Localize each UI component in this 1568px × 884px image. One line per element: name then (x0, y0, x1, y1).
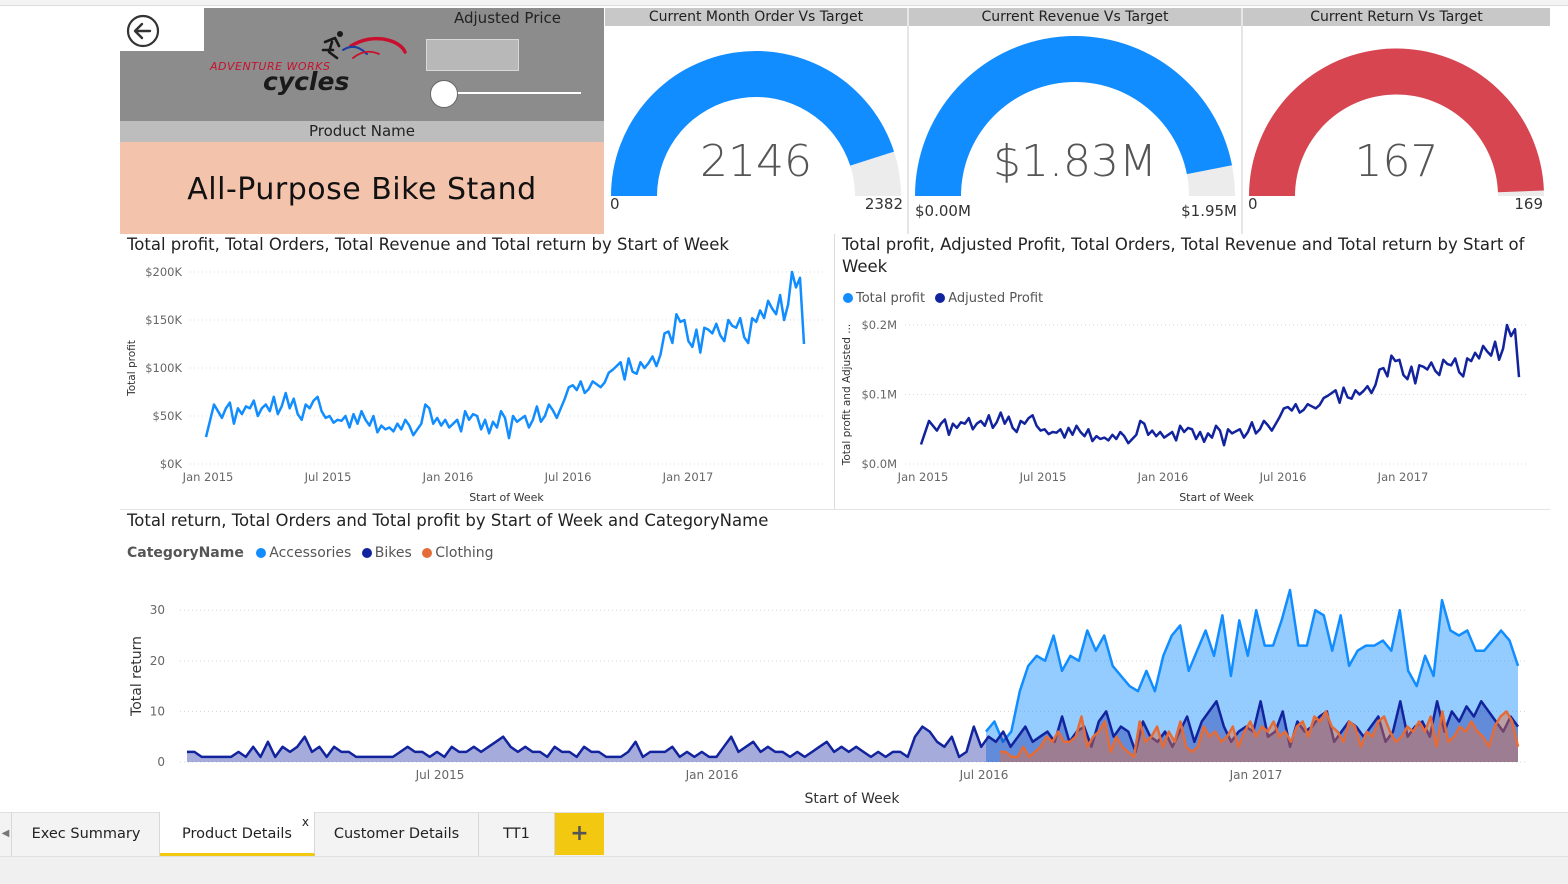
logo-text-bottom: cycles (263, 67, 349, 96)
series-line (919, 323, 1521, 447)
x-axis-title: Start of Week (469, 491, 544, 504)
left-pane (0, 6, 120, 812)
add-page-button[interactable]: + (555, 813, 604, 855)
x-tick-label: Jan 2016 (685, 768, 739, 782)
y-tick-label: $150K (145, 313, 182, 327)
gauge-title: Current Return Vs Target (1243, 8, 1550, 26)
gauge-returns[interactable]: Current Return Vs Target 167 0 169 (1243, 8, 1550, 234)
gauge-revenue[interactable]: Current Revenue Vs Target $1.83M $0.00M … (909, 8, 1241, 234)
gauge-arc (611, 50, 901, 197)
close-icon[interactable]: x (302, 812, 309, 832)
y-tick-label: 10 (150, 704, 165, 718)
x-tick-label: Jan 2016 (1137, 470, 1189, 484)
tab-product-details[interactable]: Product Details x (160, 812, 315, 856)
gauge-value: 167 (1354, 136, 1439, 187)
report-stage: ADVENTURE WORKS cycles Adjusted Price Pr… (0, 0, 1568, 884)
gauge-arc (1249, 48, 1544, 197)
y-axis-title: Total profit (126, 340, 138, 397)
y-tick-label: 30 (150, 603, 165, 617)
x-tick-label: Jul 2016 (1259, 470, 1307, 484)
x-tick-label: Jul 2016 (544, 470, 592, 484)
x-tick-label: Jan 2016 (422, 470, 474, 484)
y-tick-label: $0K (160, 457, 183, 471)
tab-exec-summary[interactable]: Exec Summary (13, 812, 160, 856)
gauge-value: $1.83M (993, 136, 1157, 187)
x-tick-label: Jul 2015 (1019, 470, 1067, 484)
x-tick-label: Jul 2015 (304, 470, 352, 484)
y-axis-title: Total return (129, 636, 145, 717)
gauge-min: 0 (610, 195, 620, 213)
x-tick-label: Jan 2015 (182, 470, 234, 484)
product-name-value: All-Purpose Bike Stand (120, 142, 604, 234)
gauge-value: 2146 (700, 136, 812, 187)
gauge-min: 0 (1248, 195, 1258, 213)
x-tick-label: Jul 2015 (415, 768, 465, 782)
gauge-max: 2382 (864, 195, 903, 213)
divider (1241, 8, 1243, 234)
tab-customer-details[interactable]: Customer Details (315, 812, 479, 856)
chart-profit-by-week[interactable]: Total profit, Total Orders, Total Revenu… (120, 234, 834, 509)
gauge-title: Current Revenue Vs Target (909, 8, 1241, 26)
adjusted-price-slider-thumb[interactable] (430, 80, 458, 108)
y-tick-label: $0.0M (861, 457, 897, 471)
y-tick-label: $50K (153, 409, 183, 423)
area-chart: 0 10 20 30 Jul 2015 Jan 2016 Jul 2016 Jan 2017 S… (129, 588, 1525, 807)
y-tick-label: 0 (157, 755, 165, 769)
divider (907, 8, 909, 234)
x-axis-title: Start of Week (1179, 491, 1254, 504)
x-tick-label: Jan 2017 (1377, 470, 1429, 484)
series-line (204, 270, 806, 440)
adventure-works-logo: ADVENTURE WORKS cycles (209, 31, 407, 96)
chart-returns-by-category[interactable]: Total return, Total Orders and Total pro… (120, 510, 1550, 812)
x-tick-label: Jan 2015 (897, 470, 949, 484)
gauge-title: Current Month Order Vs Target (605, 8, 907, 26)
adjusted-price-input[interactable] (426, 39, 519, 71)
gauge-orders[interactable]: Current Month Order Vs Target 2146 0 238… (605, 8, 907, 234)
y-tick-label: $100K (145, 361, 182, 375)
line-chart: $0K $50K $100K $150K $200K Jan 2015 Jul 2015 Ja… (126, 265, 823, 504)
tab-label: Product Details (182, 826, 292, 842)
adjusted-price-label: Adjusted Price (454, 9, 561, 27)
y-axis-title: Total profit and Adjusted ... (841, 324, 853, 467)
gauge-max: $1.95M (1181, 202, 1237, 220)
x-axis-title: Start of Week (805, 791, 901, 807)
right-pane (1550, 6, 1568, 812)
chart-adjusted-profit-by-week[interactable]: Total profit, Adjusted Profit, Total Ord… (835, 234, 1550, 509)
product-name-label: Product Name (120, 121, 604, 142)
gauge-arc (915, 36, 1235, 196)
arrow-left-circle-icon[interactable] (126, 14, 160, 48)
tab-tt1[interactable]: TT1 (479, 812, 555, 856)
y-tick-label: $0.2M (861, 318, 897, 332)
y-tick-label: $0.1M (861, 388, 897, 402)
x-tick-label: Jan 2017 (1229, 768, 1283, 782)
chevron-left-icon[interactable]: ◀ (0, 812, 12, 856)
line-chart: $0.0M $0.1M $0.2M Jan 2015 Jul 2015 Jan 2016 J… (841, 318, 1528, 504)
gauge-min: $0.00M (915, 202, 971, 220)
status-bar (0, 856, 1568, 884)
y-tick-label: 20 (150, 654, 165, 668)
adjusted-price-slider-track[interactable] (438, 92, 581, 94)
x-tick-label: Jul 2016 (959, 768, 1009, 782)
y-tick-label: $200K (145, 265, 182, 279)
x-tick-label: Jan 2017 (662, 470, 714, 484)
gauge-max: 169 (1514, 195, 1543, 213)
